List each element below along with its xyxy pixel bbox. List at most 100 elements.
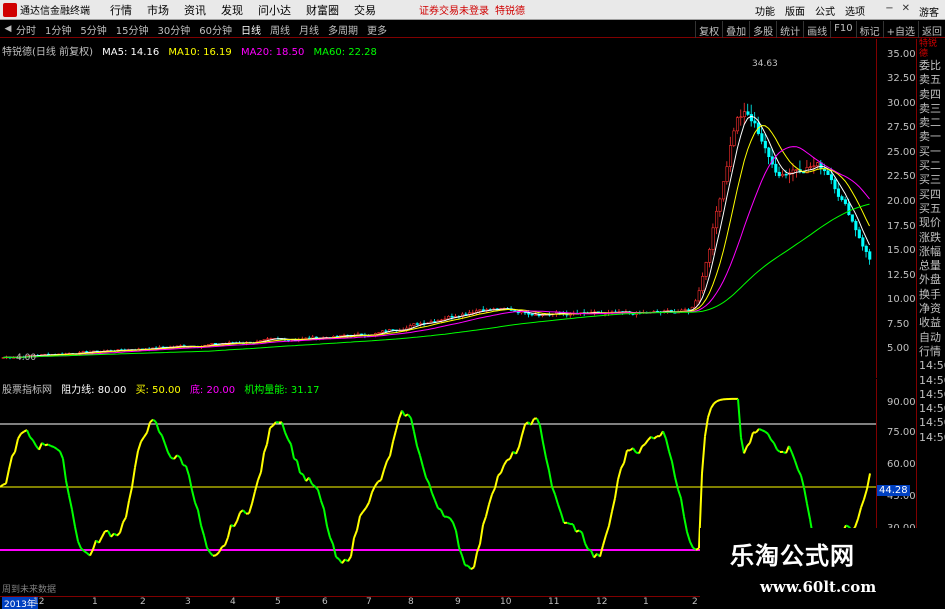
indicator-segment [737, 398, 742, 438]
candle-body [847, 203, 851, 216]
tool-back[interactable]: 返回 [918, 21, 945, 38]
quote-bid3: 买三 [919, 173, 941, 187]
indicator-segment [455, 530, 460, 548]
period-daily[interactable]: 日线 [241, 22, 261, 37]
candle-body [791, 169, 795, 174]
indicator-segment [389, 441, 394, 457]
period-weekly[interactable]: 周线 [270, 22, 290, 37]
tool-f10[interactable]: F10 [830, 21, 855, 38]
price-tick: 27.50 [887, 122, 916, 133]
tool-overlay[interactable]: 叠加 [722, 21, 749, 38]
date-label: 3 [185, 597, 191, 607]
indicator-segment [407, 413, 412, 419]
period-60min[interactable]: 60分钟 [199, 22, 232, 37]
indicator-segment [236, 512, 241, 522]
toolbar-left-arrow-icon[interactable]: ◀ [0, 24, 16, 34]
quote-market[interactable]: 行情 [917, 345, 945, 359]
candle-body [304, 337, 308, 340]
indicator-segment [341, 558, 346, 564]
indicator-segment [272, 421, 277, 427]
period-30min[interactable]: 30分钟 [157, 22, 190, 37]
indicator-segment [59, 450, 64, 460]
period-15min[interactable]: 15分钟 [116, 22, 149, 37]
menu-trade[interactable]: 交易 [354, 2, 376, 18]
period-tick[interactable]: 分时 [16, 22, 36, 37]
indicator-segment [188, 475, 193, 491]
indicator-value-badge: 44.28 [877, 485, 910, 496]
date-label: 5 [275, 597, 281, 607]
indicator-segment [392, 429, 397, 443]
indicator-segment [515, 446, 520, 455]
indicator-segment [317, 489, 322, 501]
indicator-segment [329, 537, 334, 545]
indicator-segment [806, 503, 811, 520]
menu-news[interactable]: 资讯 [184, 2, 206, 18]
indicator-segment [17, 433, 22, 440]
menu-ask[interactable]: 问小达 [258, 2, 291, 18]
indicator-segment [254, 479, 259, 492]
menu-layout[interactable]: 版面 [785, 3, 805, 18]
menu-quotes[interactable]: 行情 [110, 2, 132, 18]
candle-body [857, 229, 861, 239]
indicator-segment [287, 438, 292, 445]
tick-time: 14:50 [919, 430, 945, 444]
indicator-segment [38, 442, 43, 451]
tool-mark[interactable]: 标记 [855, 21, 883, 38]
indicator-segment [452, 522, 457, 532]
indicator-segment [215, 551, 220, 556]
indicator-segment [695, 547, 700, 551]
trade-login-warning[interactable]: 证券交易未登录 [419, 2, 489, 17]
tool-multi-stock[interactable]: 多股 [749, 21, 776, 38]
date-label: 12 [33, 597, 45, 607]
inst-energy-label: 机构量能: 31.17 [244, 385, 320, 396]
indicator-segment [683, 516, 688, 533]
period-multi[interactable]: 多周期 [328, 22, 358, 37]
indicator-segment [296, 460, 301, 474]
app-logo-icon [3, 2, 17, 17]
tool-add-watch[interactable]: +自选 [882, 21, 918, 38]
indicator-segment [356, 515, 361, 531]
indicator-segment [350, 537, 355, 557]
price-chart-pane[interactable]: 特锐德(日线 前复权) MA5: 14.16 MA10: 16.19 MA20:… [0, 39, 876, 378]
period-1min[interactable]: 1分钟 [45, 22, 71, 37]
quote-ask1: 卖一 [919, 130, 941, 144]
title-menu-bar: 通达信金融终端 行情 市场 资讯 发现 问小达 财富圈 交易 证券交易未登录 特… [0, 0, 945, 20]
indicator-segment [134, 450, 139, 468]
candle-body [262, 339, 266, 341]
tool-adjust[interactable]: 复权 [695, 21, 722, 38]
period-5min[interactable]: 5分钟 [80, 22, 106, 37]
tool-draw[interactable]: 画线 [803, 21, 830, 38]
tool-stats[interactable]: 统计 [776, 21, 803, 38]
price-chart-svg [1, 102, 872, 360]
guest-label[interactable]: 游客 [919, 4, 939, 19]
menu-function[interactable]: 功能 [755, 3, 775, 18]
indicator-segment [791, 452, 796, 462]
close-icon[interactable]: ✕ [902, 3, 910, 14]
indicator-segment [308, 477, 313, 485]
indicator-segment [551, 486, 556, 495]
date-label: 1 [92, 597, 98, 607]
candle-body [850, 214, 854, 222]
candle-body [739, 116, 743, 119]
quote-auto[interactable]: 自动 [917, 331, 945, 345]
minimize-icon[interactable]: − [885, 3, 893, 14]
indicator-segment [377, 479, 382, 483]
indicator-segment [311, 483, 316, 488]
price-tick: 30.00 [887, 98, 916, 109]
no-future-data-label: 周到未来数据 [2, 585, 57, 595]
candle-body [742, 111, 747, 118]
menu-options[interactable]: 选项 [845, 3, 865, 18]
period-monthly[interactable]: 月线 [299, 22, 319, 37]
period-more[interactable]: 更多 [367, 22, 387, 37]
menu-formula[interactable]: 公式 [815, 3, 835, 18]
candle-body [534, 314, 538, 316]
candle-body [829, 174, 834, 181]
menu-market[interactable]: 市场 [147, 2, 169, 18]
menu-wealth[interactable]: 财富圈 [306, 2, 339, 18]
price-axis: 35.00 32.50 30.00 27.50 25.00 22.50 20.0… [876, 39, 916, 378]
candle-body [767, 147, 771, 158]
indicator-segment [320, 500, 325, 510]
candle-body [732, 130, 736, 146]
menu-discover[interactable]: 发现 [221, 2, 243, 18]
indicator-segment [326, 525, 331, 538]
